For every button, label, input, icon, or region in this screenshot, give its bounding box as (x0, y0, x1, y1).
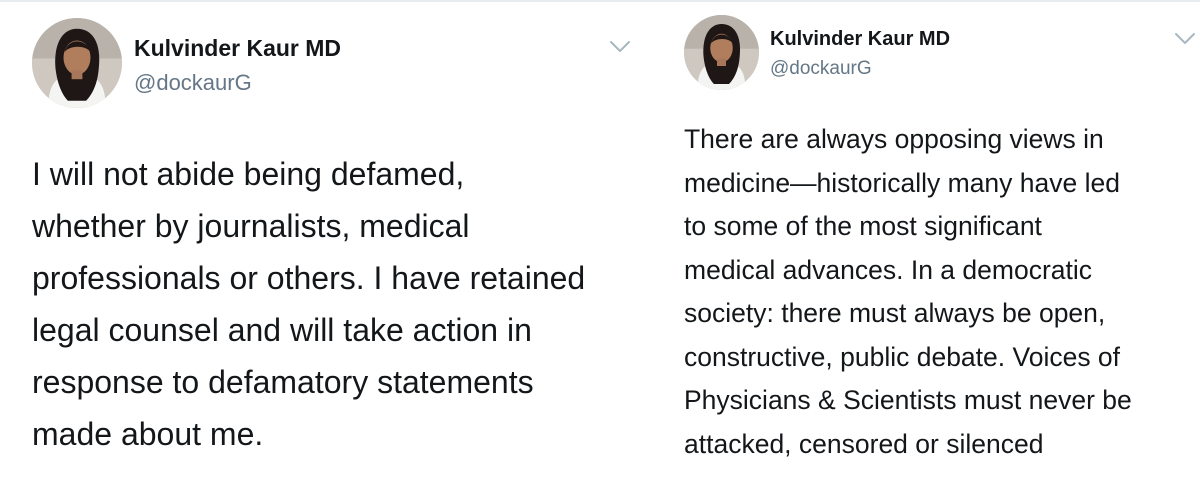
avatar-image (684, 15, 759, 90)
tweet-card: Kulvinder Kaur MD @dockaurG I will not a… (0, 0, 650, 484)
chevron-down-icon[interactable] (1174, 32, 1196, 46)
author-handle[interactable]: @dockaurG (134, 70, 252, 96)
tweet-text: I will not abide being defamed, whether … (32, 156, 586, 452)
avatar[interactable] (32, 18, 122, 108)
chevron-down-icon[interactable] (609, 40, 631, 54)
author-name[interactable]: Kulvinder Kaur MD (770, 28, 950, 51)
author-handle[interactable]: @dockaurG (770, 58, 872, 80)
tweet-text: There are always opposing views in medic… (684, 124, 1132, 459)
avatar-image (32, 18, 122, 108)
tweet-card: Kulvinder Kaur MD @dockaurG There are al… (650, 0, 1200, 484)
avatar[interactable] (684, 15, 759, 90)
author-name[interactable]: Kulvinder Kaur MD (134, 35, 341, 62)
